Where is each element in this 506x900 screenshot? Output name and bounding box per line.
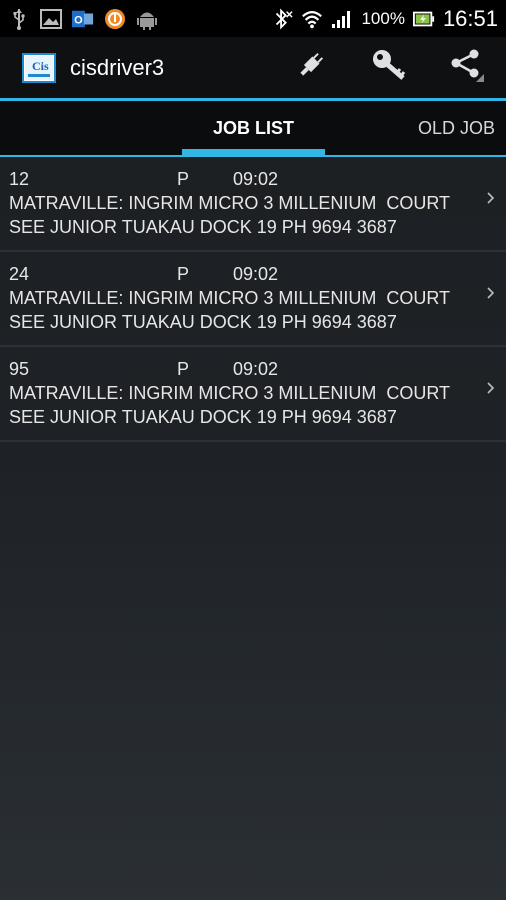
battery-percent: 100% xyxy=(361,8,405,28)
signal-icon xyxy=(331,8,353,30)
job-list: 12 P 09:02 MATRAVILLE: INGRIM MICRO 3 MI… xyxy=(0,157,506,442)
job-row[interactable]: 12 P 09:02 MATRAVILLE: INGRIM MICRO 3 MI… xyxy=(0,157,506,252)
job-address: MATRAVILLE: INGRIM MICRO 3 MILLENIUM COU… xyxy=(9,193,451,213)
outlook-icon: O xyxy=(72,8,94,30)
job-number: 12 xyxy=(9,168,30,189)
key-button[interactable] xyxy=(350,37,428,98)
job-time: 09:02 xyxy=(233,358,279,379)
job-row[interactable]: 24 P 09:02 MATRAVILLE: INGRIM MICRO 3 MI… xyxy=(0,252,506,347)
image-icon xyxy=(40,8,62,30)
avast-icon xyxy=(104,8,126,30)
job-number: 24 xyxy=(9,263,30,284)
wifi-icon xyxy=(301,8,323,30)
job-number: 95 xyxy=(9,358,30,379)
share-button[interactable] xyxy=(428,37,506,98)
app-logo-icon[interactable]: Cis xyxy=(22,52,56,83)
job-row[interactable]: 95 P 09:02 MATRAVILLE: INGRIM MICRO 3 MI… xyxy=(0,347,506,442)
android-icon xyxy=(136,8,158,30)
tab-bar: JOB LIST OLD JOB xyxy=(0,101,506,157)
job-time: 09:02 xyxy=(233,168,279,189)
battery-icon xyxy=(412,8,435,30)
job-type: P xyxy=(177,358,190,379)
connect-button[interactable] xyxy=(272,37,350,98)
chevron-right-icon xyxy=(486,286,496,300)
job-notes: SEE JUNIOR TUAKAU DOCK 19 PH 9694 3687 xyxy=(9,217,397,237)
job-time: 09:02 xyxy=(233,263,279,284)
share-icon xyxy=(450,48,484,87)
svg-text:O: O xyxy=(74,14,83,26)
job-type: P xyxy=(177,168,190,189)
app-title: cisdriver3 xyxy=(70,54,165,80)
tab-old-job[interactable]: OLD JOB xyxy=(400,101,506,155)
job-address: MATRAVILLE: INGRIM MICRO 3 MILLENIUM COU… xyxy=(9,288,451,308)
tab-job-list[interactable]: JOB LIST xyxy=(182,101,325,155)
bluetooth-icon xyxy=(271,8,294,30)
job-address: MATRAVILLE: INGRIM MICRO 3 MILLENIUM COU… xyxy=(9,383,451,403)
chevron-right-icon xyxy=(486,191,496,205)
chevron-right-icon xyxy=(486,381,496,395)
usb-icon xyxy=(8,8,30,30)
svg-text:Cis: Cis xyxy=(32,59,49,73)
key-icon xyxy=(371,48,407,87)
status-bar: O 100% 16:51 xyxy=(0,0,506,37)
clock: 16:51 xyxy=(442,5,498,31)
plug-icon xyxy=(296,50,326,85)
job-notes: SEE JUNIOR TUAKAU DOCK 19 PH 9694 3687 xyxy=(9,407,397,427)
job-notes: SEE JUNIOR TUAKAU DOCK 19 PH 9694 3687 xyxy=(9,312,397,332)
job-type: P xyxy=(177,263,190,284)
action-bar: Cis cisdriver3 xyxy=(0,37,506,101)
